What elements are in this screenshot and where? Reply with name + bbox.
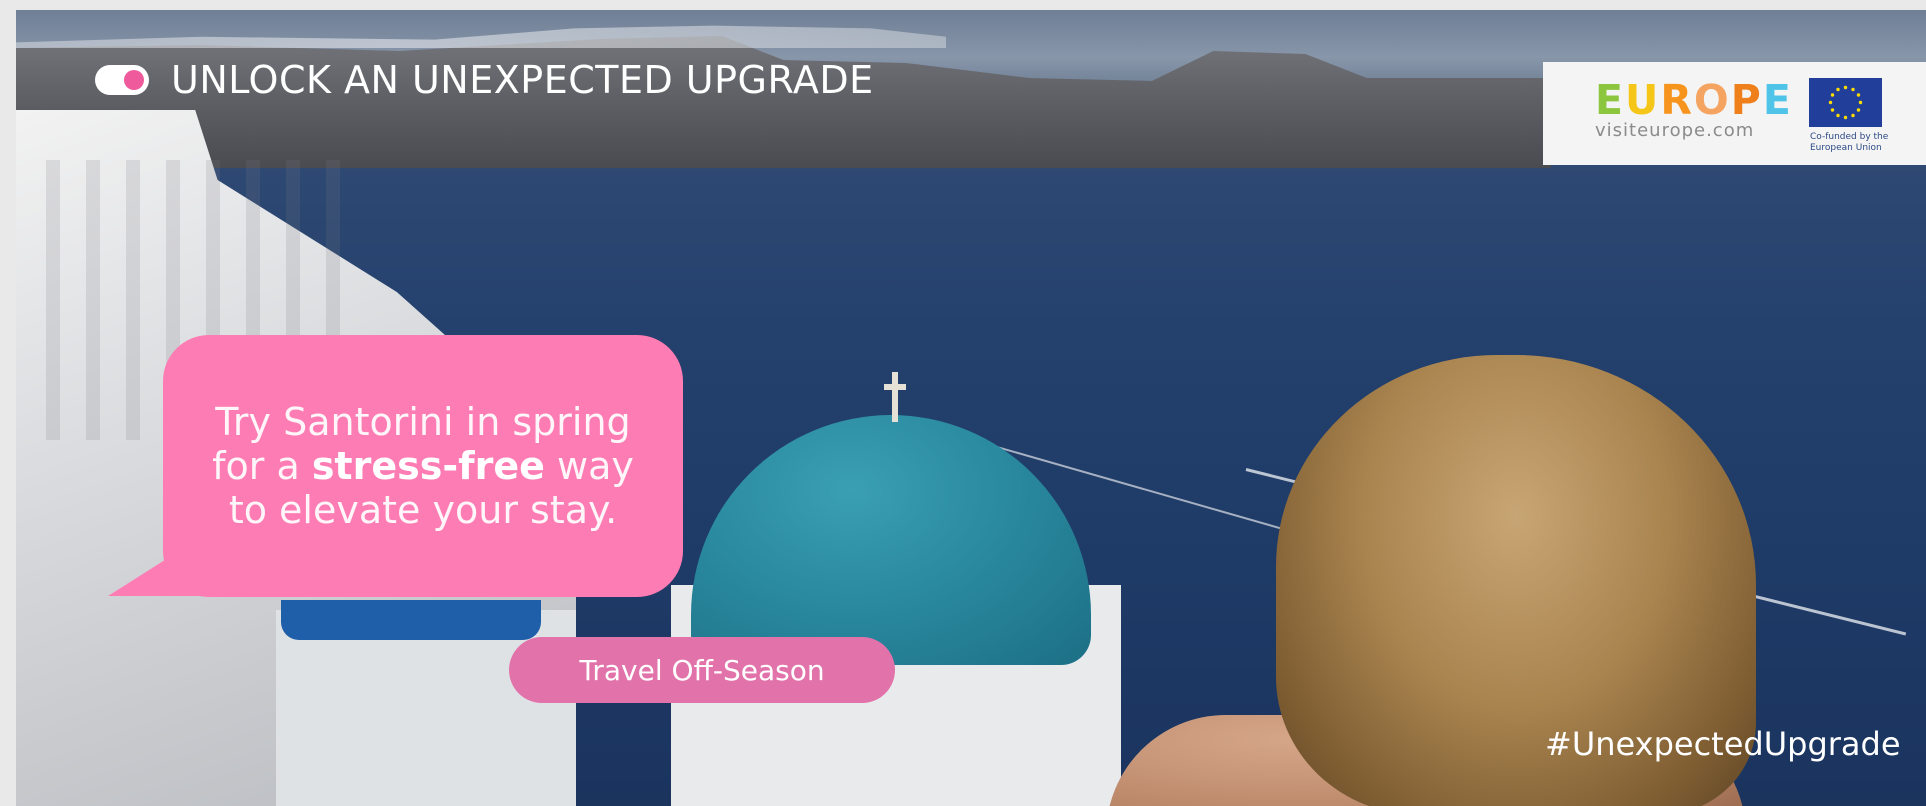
cross-icon xyxy=(884,372,906,422)
bubble-line: for a stress-free way xyxy=(163,444,683,488)
hashtag: #UnexpectedUpgrade xyxy=(1545,725,1901,763)
eu-star-icon xyxy=(1836,113,1840,118)
eu-star-icon xyxy=(1851,113,1855,118)
eu-star-icon xyxy=(1830,108,1835,112)
europe-wordmark: EUROPE xyxy=(1595,76,1793,124)
eu-star-icon xyxy=(1843,115,1848,120)
page-title: UNLOCK AN UNEXPECTED UPGRADE xyxy=(171,58,874,102)
toggle-knob xyxy=(124,70,144,90)
eu-star-icon xyxy=(1851,87,1855,92)
eu-star-icon xyxy=(1858,100,1863,105)
brand-url: visiteurope.com xyxy=(1595,120,1755,141)
small-blue-dome xyxy=(281,600,541,640)
wordmark-letter: E xyxy=(1762,76,1793,124)
eu-flag-icon xyxy=(1809,78,1882,127)
eu-star-icon xyxy=(1856,93,1861,97)
wordmark-letter: U xyxy=(1625,76,1661,124)
toggle-switch[interactable] xyxy=(95,65,149,95)
eu-caption-line: Co-funded by the xyxy=(1810,132,1889,142)
header: UNLOCK AN UNEXPECTED UPGRADE xyxy=(95,58,874,102)
blue-dome xyxy=(691,415,1091,665)
bubble-text-fragment: for a xyxy=(212,444,312,488)
eu-caption: Co-funded by the European Union xyxy=(1810,132,1900,154)
bubble-emphasis: stress-free xyxy=(311,444,545,488)
travel-off-season-button[interactable]: Travel Off-Season xyxy=(509,637,895,703)
eu-star-icon xyxy=(1856,108,1861,112)
bubble-text-fragment: way xyxy=(544,444,634,488)
eu-star-icon xyxy=(1836,87,1840,92)
bubble-line: to elevate your stay. xyxy=(228,488,618,532)
eu-caption-line: European Union xyxy=(1810,143,1882,153)
wordmark-letter: O xyxy=(1693,76,1731,124)
visit-europe-logo[interactable]: EUROPE visiteurope.com Co-funded by the … xyxy=(1543,62,1926,165)
eu-star-icon xyxy=(1828,100,1833,105)
bubble-line: Try Santorini in spring xyxy=(215,400,631,444)
bubble-message: Try Santorini in spring for a stress-fre… xyxy=(163,400,683,532)
wordmark-letter: R xyxy=(1660,76,1694,124)
wordmark-letter: P xyxy=(1730,76,1763,124)
wordmark-letter: E xyxy=(1595,76,1626,124)
eu-star-icon xyxy=(1843,85,1848,90)
cliff-village xyxy=(16,25,946,48)
eu-star-icon xyxy=(1830,93,1835,97)
